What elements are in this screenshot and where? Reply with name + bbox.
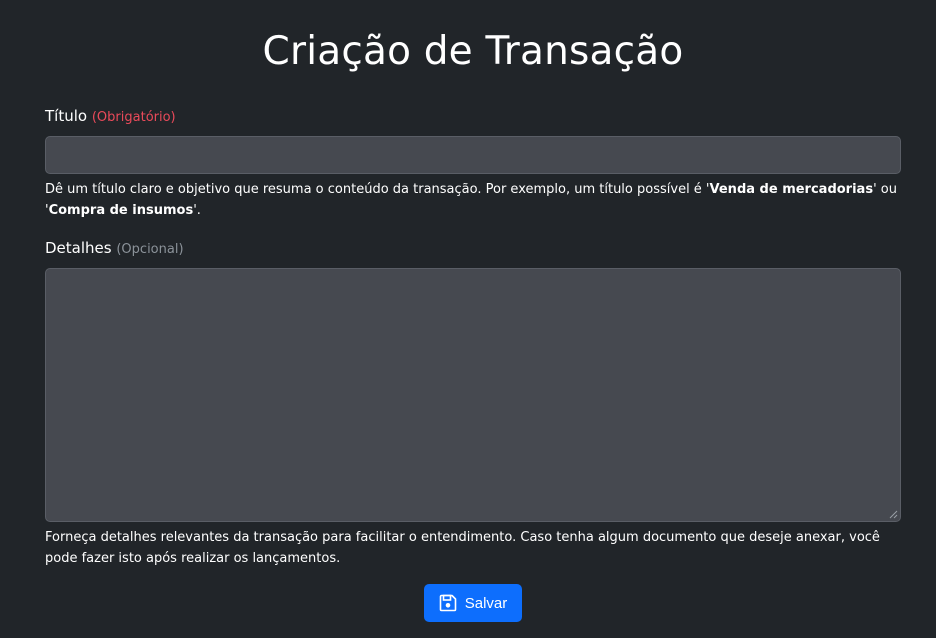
details-label: Detalhes (Opcional) [45, 238, 184, 260]
save-button[interactable]: Salvar [424, 584, 522, 622]
optional-badge: (Opcional) [116, 242, 184, 257]
details-help-text: Forneça detalhes relevantes da transação… [45, 530, 880, 566]
save-button-label: Salvar [464, 594, 508, 612]
title-example-1: Venda de mercadorias [709, 182, 874, 197]
title-help-text: Dê um título claro e objetivo que resuma… [45, 179, 905, 221]
title-label: Título (Obrigatório) [45, 106, 176, 128]
required-badge: (Obrigatório) [91, 110, 176, 125]
details-textarea[interactable] [45, 268, 901, 522]
title-help-part1: Dê um título claro e objetivo que resuma… [45, 182, 710, 197]
page-title: Criação de Transação [262, 29, 684, 74]
details-label-text: Detalhes [45, 239, 112, 257]
title-input[interactable] [45, 136, 901, 174]
resize-grip-icon[interactable] [888, 509, 898, 519]
floppy-disk-icon [439, 594, 457, 612]
title-example-2: Compra de insumos [48, 203, 194, 218]
transaction-form-page: Criação de Transação Título (Obrigatório… [0, 0, 936, 638]
title-label-text: Título [45, 107, 88, 125]
title-help-part3: '. [193, 203, 201, 218]
